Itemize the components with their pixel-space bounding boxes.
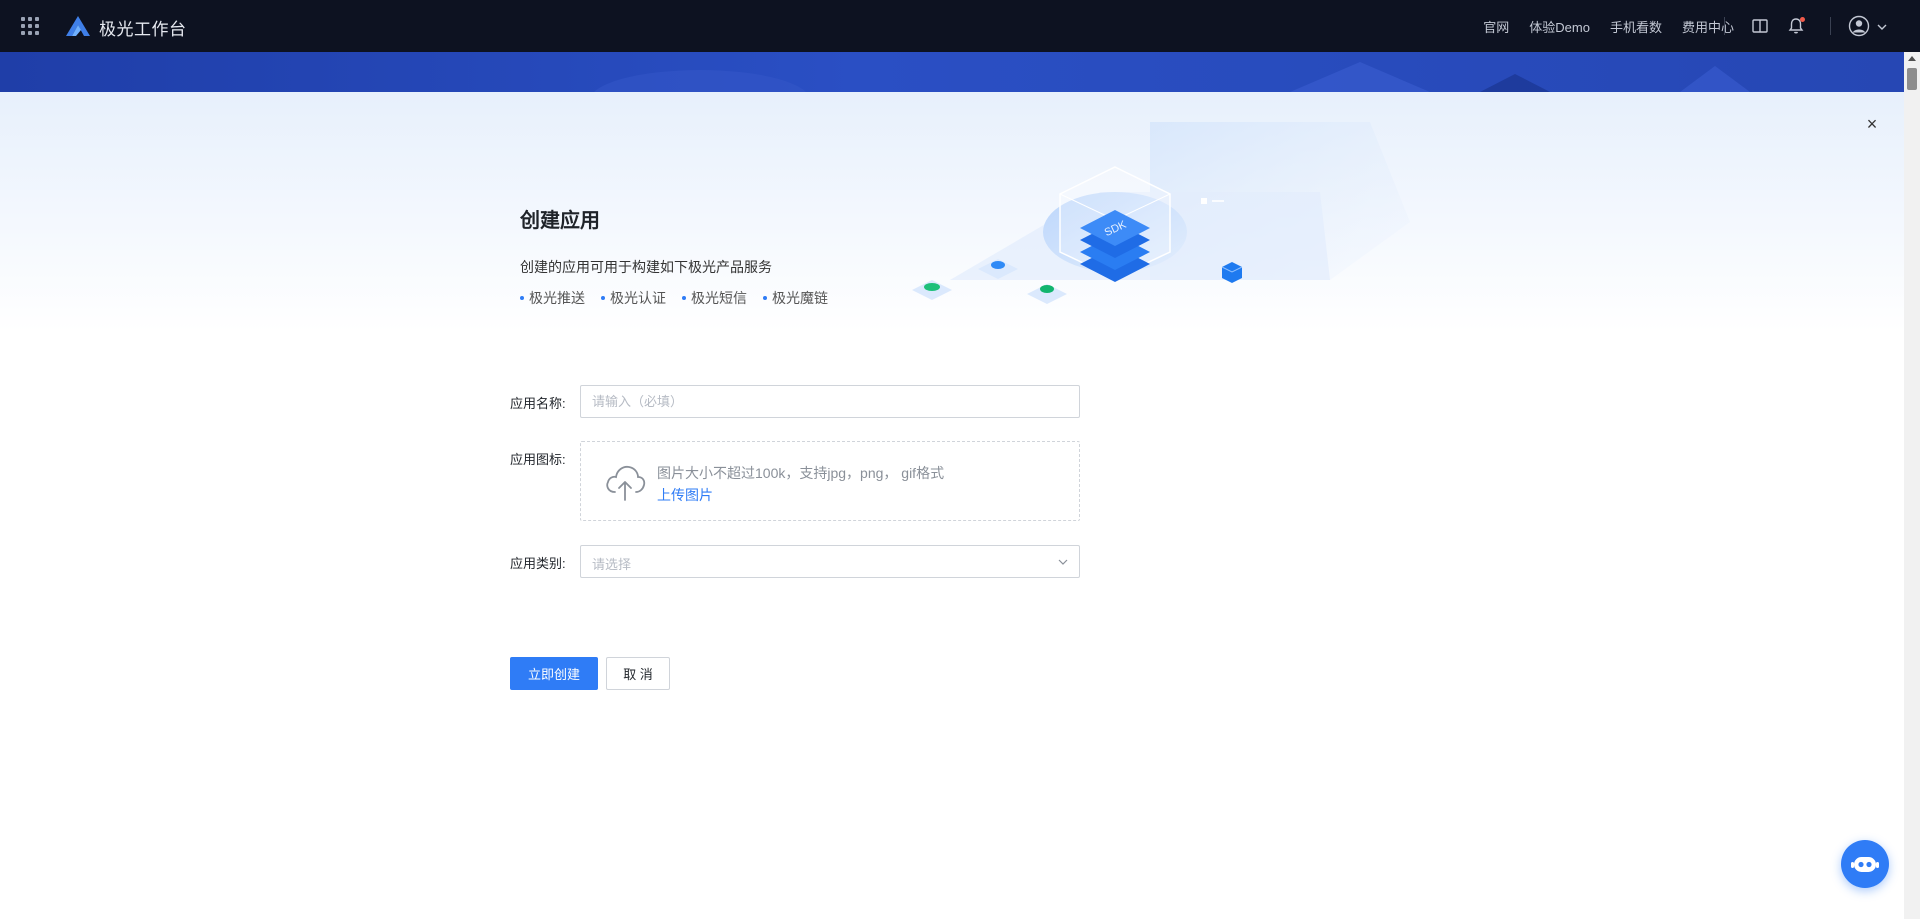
divider: [1830, 17, 1831, 35]
upload-hint: 图片大小不超过100k，支持jpg，png， gif格式: [657, 465, 945, 481]
sdk-illustration: SDK: [912, 122, 1410, 304]
product-tag: 极光推送: [520, 288, 585, 308]
cancel-button[interactable]: 取 消: [606, 657, 670, 690]
create-app-panel: × 创建应用 创建的应用可用于构建如下极光产品服务 极光推送 极光认证 极光短信…: [0, 92, 1904, 919]
apps-grid-icon[interactable]: [20, 16, 40, 36]
hero-description: 创建的应用可用于构建如下极光产品服务: [520, 259, 772, 275]
scrollbar-thumb[interactable]: [1907, 68, 1917, 90]
upload-image-link[interactable]: 上传图片: [657, 485, 713, 505]
product-tag: 极光魔链: [763, 288, 828, 308]
product-tag: 极光短信: [682, 288, 747, 308]
top-navigation-bar: 极光工作台 官网 体验Demo 手机看数 费用中心: [0, 0, 1920, 52]
product-tag-label: 极光短信: [691, 290, 747, 306]
app-category-select[interactable]: 请选择: [580, 545, 1080, 578]
product-tag: 极光认证: [601, 288, 666, 308]
product-tags: 极光推送 极光认证 极光短信 极光魔链: [520, 288, 828, 308]
scroll-up-arrow-icon[interactable]: [1908, 56, 1916, 61]
product-tag-label: 极光魔链: [772, 290, 828, 306]
book-icon[interactable]: [1750, 16, 1770, 36]
product-tag-label: 极光推送: [529, 290, 585, 306]
chat-assistant-button[interactable]: [1841, 840, 1889, 888]
nav-link-billing-center[interactable]: 费用中心: [1682, 17, 1734, 36]
app-icon-upload[interactable]: 图片大小不超过100k，支持jpg，png， gif格式 上传图片: [580, 441, 1080, 521]
app-icon-label: 应用图标:: [510, 452, 566, 467]
nav-link-mobile-data[interactable]: 手机看数: [1610, 17, 1662, 36]
jiguang-logo[interactable]: [64, 14, 92, 38]
chevron-down-icon: [1058, 559, 1068, 565]
page-scrollbar[interactable]: [1904, 52, 1920, 919]
banner-decoration: [593, 62, 1750, 92]
page-banner-background: [0, 52, 1904, 92]
app-category-placeholder: 请选择: [592, 557, 632, 572]
cloud-upload-icon: [606, 465, 646, 501]
chevron-down-icon[interactable]: [1876, 21, 1888, 33]
bell-icon[interactable]: [1786, 16, 1806, 36]
top-nav-links: 官网 体验Demo 手机看数 费用中心: [1483, 17, 1734, 36]
app-name-input[interactable]: [580, 385, 1080, 418]
app-title[interactable]: 极光工作台: [99, 15, 187, 40]
user-avatar-icon[interactable]: [1848, 15, 1870, 37]
nav-link-official-site[interactable]: 官网: [1483, 17, 1509, 36]
product-tag-label: 极光认证: [610, 290, 666, 306]
create-now-button[interactable]: 立即创建: [510, 657, 598, 690]
page-title: 创建应用: [520, 210, 600, 232]
nav-link-demo[interactable]: 体验Demo: [1529, 17, 1590, 36]
close-button[interactable]: ×: [1862, 114, 1882, 134]
notification-dot: [1800, 17, 1805, 22]
app-name-label: 应用名称:: [510, 396, 566, 411]
divider: [1724, 17, 1725, 35]
app-category-label: 应用类别:: [510, 556, 566, 571]
robot-chat-icon: [1851, 857, 1879, 872]
